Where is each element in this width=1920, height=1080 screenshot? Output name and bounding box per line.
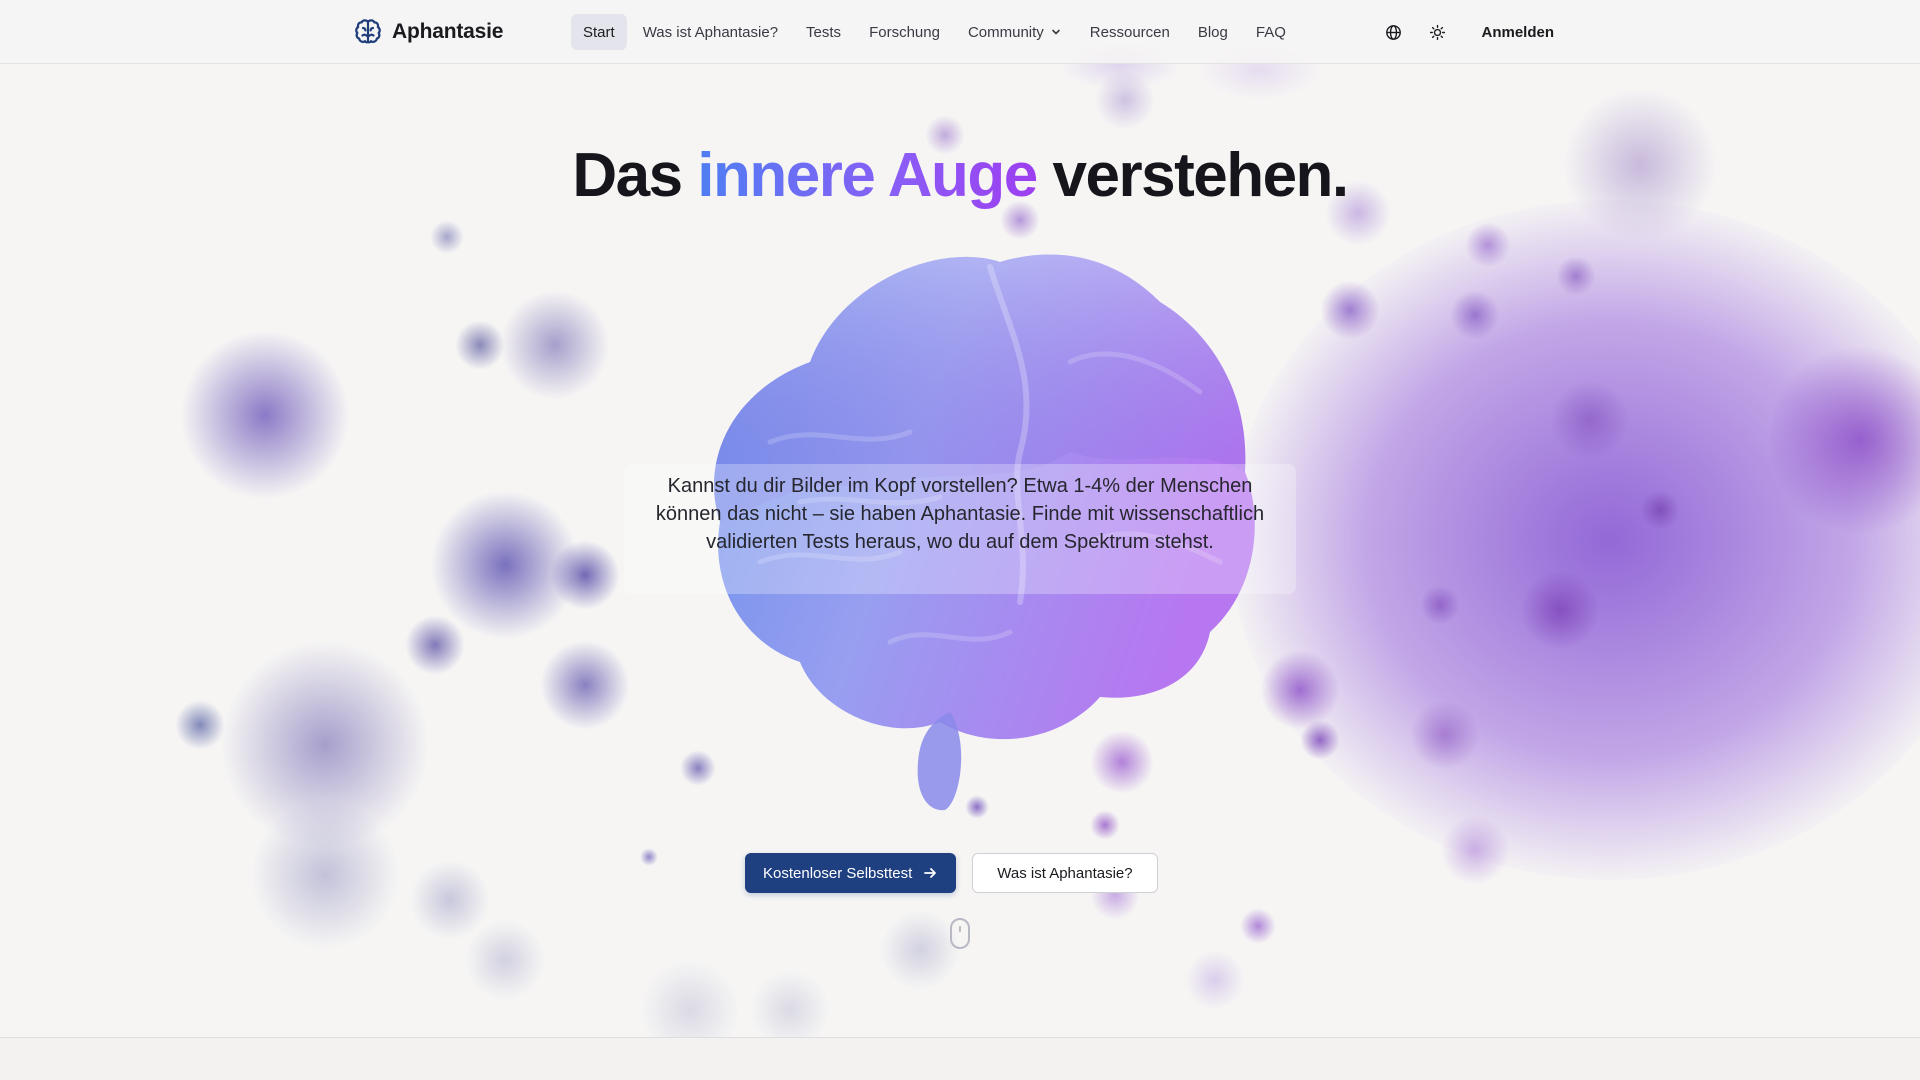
language-button[interactable]: [1373, 14, 1413, 50]
chevron-down-icon: [1051, 29, 1060, 35]
main-nav: Start Was ist Aphantasie? Tests Forschun…: [571, 14, 1298, 50]
header-tools: Anmelden: [1373, 14, 1568, 50]
sun-icon: [1429, 24, 1446, 40]
brand-name: Aphantasie: [392, 20, 504, 43]
nav-label: Was ist Aphantasie?: [642, 23, 779, 41]
nav-label: FAQ: [1255, 23, 1286, 41]
start-selftest-label: Kostenloser Selbsttest: [763, 864, 913, 882]
login-button[interactable]: Anmelden: [1467, 14, 1568, 50]
site-header: Aphantasie Start Was ist Aphantasie? Tes…: [0, 0, 1920, 64]
nav-label: Start: [583, 23, 615, 41]
scroll-dot: [959, 926, 961, 932]
hero-title-end: verstehen.: [1036, 141, 1350, 210]
nav-item-ressourcen[interactable]: Ressourcen: [1078, 14, 1182, 50]
arrow-right-icon: [924, 868, 937, 878]
section-divider: [0, 1037, 1920, 1080]
nav-item-was-ist-aphantasie[interactable]: Was ist Aphantasie?: [631, 14, 790, 50]
nav-label: Blog: [1197, 23, 1228, 41]
nav-item-blog[interactable]: Blog: [1186, 14, 1240, 50]
brain-icon: [355, 19, 381, 44]
nav-label: Tests: [806, 23, 842, 41]
hero-title: Das innere Auge verstehen.: [0, 140, 1920, 211]
nav-item-forschung[interactable]: Forschung: [857, 14, 952, 50]
nav-item-tests[interactable]: Tests: [794, 14, 853, 50]
globe-icon: [1386, 24, 1401, 40]
hero-title-highlight: innere Auge: [697, 141, 1038, 210]
nav-label: Forschung: [869, 23, 940, 41]
brand-link[interactable]: Aphantasie: [352, 16, 503, 48]
hero-title-start: Das: [572, 141, 698, 210]
what-is-aphantasia-button[interactable]: Was ist Aphantasie?: [972, 853, 1158, 893]
theme-toggle-button[interactable]: [1417, 14, 1457, 50]
nav-item-faq[interactable]: FAQ: [1244, 14, 1298, 50]
start-selftest-button[interactable]: Kostenloser Selbsttest: [745, 853, 957, 893]
mouse-scroll-icon: [950, 918, 970, 949]
nav-item-start[interactable]: Start: [571, 14, 627, 50]
nav-label: Community: [967, 23, 1044, 41]
nav-item-community[interactable]: Community: [956, 14, 1074, 50]
hero-cta-row: Kostenloser Selbsttest Was ist Aphantasi…: [745, 853, 1158, 893]
hero-description: Kannst du dir Bilder im Kopf vorstellen?…: [624, 464, 1296, 594]
nav-label: Ressourcen: [1089, 23, 1170, 41]
